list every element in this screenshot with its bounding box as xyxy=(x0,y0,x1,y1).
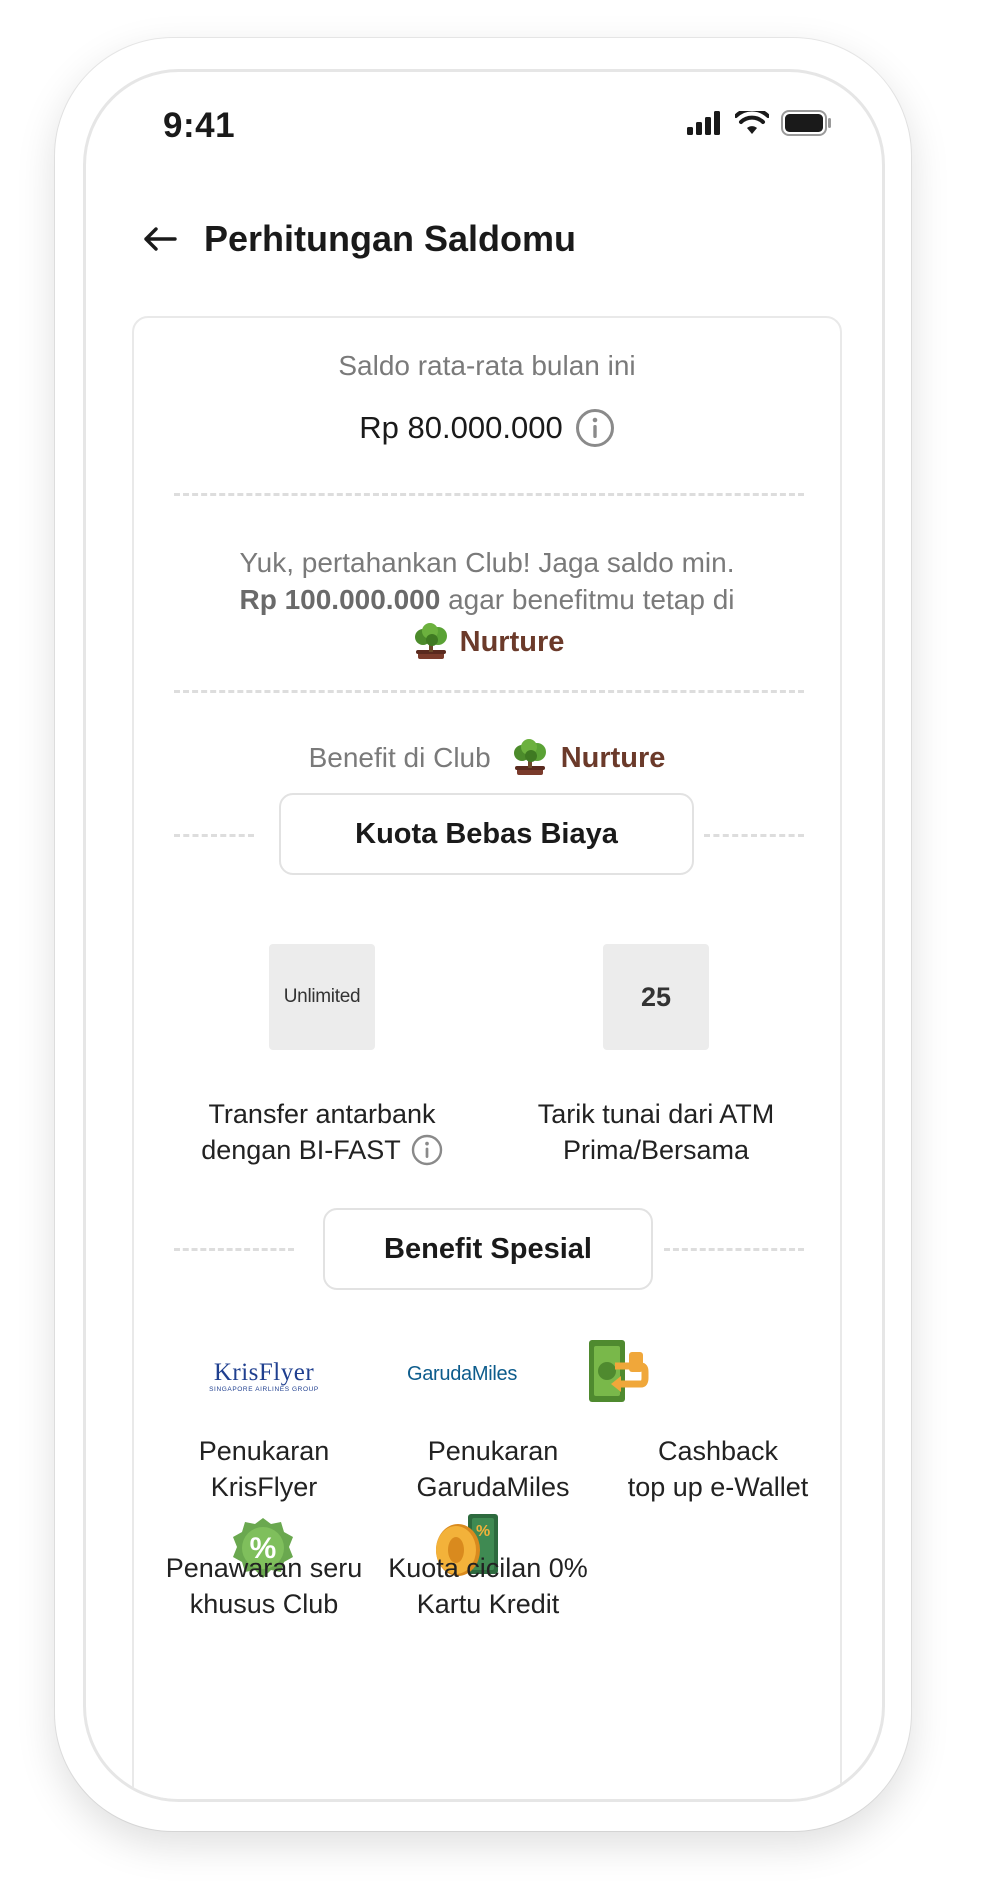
min-balance-amount: Rp 100.000.000 xyxy=(239,584,441,615)
bonsai-tree-icon xyxy=(513,739,546,775)
krisflyer-logo-text: KrisFlyer xyxy=(213,1359,315,1386)
arrow-left-icon xyxy=(144,227,177,251)
divider xyxy=(174,834,254,837)
info-icon[interactable] xyxy=(575,408,615,448)
divider xyxy=(174,690,804,693)
garudamiles-logo-text: GarudaMiles xyxy=(406,1363,518,1385)
benefit-header-label: Benefit di Club xyxy=(308,742,491,773)
atm-label-line2: Prima/Bersama xyxy=(562,1135,750,1165)
atm-label-line1: Tarik tunai dari ATM xyxy=(537,1099,775,1129)
divider xyxy=(174,1248,294,1251)
krisflyer-logo: KrisFlyer SINGAPORE AIRLINES GROUP xyxy=(174,1359,354,1394)
bifast-label-line1: Transfer antarbank xyxy=(208,1099,436,1129)
bifast-label-line2: dengan BI-FAST xyxy=(201,1135,401,1165)
benefit-header: Benefit di Club Nurture xyxy=(134,738,840,778)
krisflyer-label-line1: Penukaran xyxy=(198,1436,330,1466)
back-button[interactable] xyxy=(138,217,182,261)
bifast-quota-value: Unlimited xyxy=(269,944,375,1050)
divider xyxy=(174,493,804,496)
wifi-icon xyxy=(735,111,769,134)
balance-amount: Rp 80.000.000 xyxy=(359,410,563,445)
balance-label: Saldo rata-rata bulan ini xyxy=(338,350,636,381)
garudamiles-label-line2: GarudaMiles xyxy=(416,1472,570,1502)
atm-quota-label: Tarik tunai dari ATM Prima/Bersama xyxy=(506,1096,806,1168)
bifast-label-line2-row: dengan BI-FAST xyxy=(172,1132,472,1168)
balance-card: Saldo rata-rata bulan ini Rp 80.000.000 … xyxy=(132,316,842,1799)
benefit-tier-name: Nurture xyxy=(560,741,666,774)
message-line2: Rp 100.000.000 agar benefitmu tetap di xyxy=(134,581,840,619)
club-offer-label-line1: Penawaran seru xyxy=(165,1553,363,1583)
signal-icon xyxy=(687,111,720,135)
club-offer-benefit-label: Penawaran seru khusus Club xyxy=(149,1550,379,1622)
installment-benefit-label: Kuota cicilan 0% Kartu Kredit xyxy=(358,1550,618,1622)
garudamiles-label-line1: Penukaran xyxy=(427,1436,559,1466)
page-header: Perhitungan Saldomu xyxy=(138,217,576,261)
status-icons xyxy=(687,110,833,136)
message-line1: Yuk, pertahankan Club! Jaga saldo min. xyxy=(239,547,735,578)
krisflyer-label-line2: KrisFlyer xyxy=(210,1472,318,1502)
zero-icon-text: 0 xyxy=(456,1540,457,1541)
info-icon[interactable] xyxy=(411,1134,443,1166)
divider xyxy=(664,1248,804,1251)
garudamiles-benefit-label: Penukaran GarudaMiles xyxy=(378,1433,608,1505)
battery-icon xyxy=(781,110,831,136)
atm-quota-value: 25 xyxy=(603,944,709,1050)
divider xyxy=(704,834,804,837)
cashback-wallet-icon xyxy=(579,1338,655,1404)
status-time: 9:41 xyxy=(163,106,236,145)
message-line2-text: agar benefitmu tetap di xyxy=(448,584,735,615)
cashback-label-line2: top up e-Wallet xyxy=(627,1472,809,1502)
krisflyer-benefit-label: Penukaran KrisFlyer xyxy=(149,1433,379,1505)
club-offer-label-line2: khusus Club xyxy=(189,1589,339,1619)
tier-name: Nurture xyxy=(459,625,565,658)
quota-section-title: Kuota Bebas Biaya xyxy=(279,793,694,875)
cashback-label-line1: Cashback xyxy=(657,1436,779,1466)
page-title: Perhitungan Saldomu xyxy=(204,218,577,259)
special-section-title: Benefit Spesial xyxy=(323,1208,653,1290)
garudamiles-logo: GarudaMiles xyxy=(357,1363,567,1386)
phone-screen: 9:41 Perhitungan Saldomu Saldo rata-rata xyxy=(83,69,885,1802)
installment-label-line1: Kuota cicilan 0% xyxy=(388,1553,588,1583)
balance-row: Rp 80.000.000 xyxy=(134,408,840,448)
bonsai-tree-icon xyxy=(414,623,447,659)
krisflyer-logo-subtext: SINGAPORE AIRLINES GROUP xyxy=(209,1386,319,1393)
bifast-quota-label: Transfer antarbank dengan BI-FAST xyxy=(172,1096,472,1168)
message-tier: Nurture xyxy=(134,622,840,662)
installment-label-line2: Kartu Kredit xyxy=(416,1589,560,1619)
cashback-benefit-label: Cashback top up e-Wallet xyxy=(598,1433,838,1505)
svg-text:%: % xyxy=(476,1523,490,1540)
